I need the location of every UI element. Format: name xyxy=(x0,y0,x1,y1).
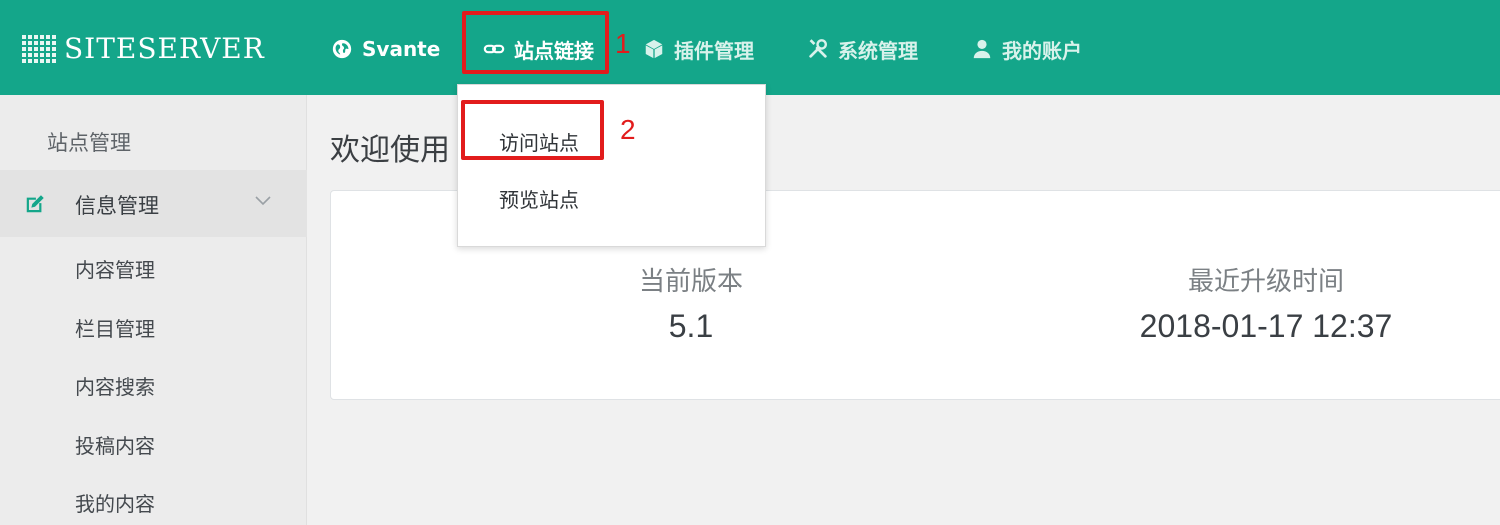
brand-name: SITESERVER xyxy=(64,32,265,65)
sidebar-item-channel[interactable]: 栏目管理 xyxy=(75,313,155,342)
logo-grid-icon xyxy=(22,35,56,63)
sidebar-item-my-content[interactable]: 我的内容 xyxy=(75,488,155,517)
upgrade-label: 最近升级时间 xyxy=(1187,267,1344,297)
nav-system[interactable]: 系统管理 xyxy=(806,28,918,70)
cube-icon xyxy=(642,37,666,61)
brand-logo[interactable]: SITESERVER xyxy=(22,33,265,65)
page-title: 欢迎使用 xyxy=(330,133,450,168)
sidebar-group-info[interactable]: 信息管理 xyxy=(0,170,307,237)
upgrade-stat: 最近升级时间 2018-01-17 12:37 xyxy=(1091,261,1441,345)
highlight-box-1 xyxy=(462,11,609,74)
step-marker-2: 2 xyxy=(620,114,636,145)
nav-site[interactable]: Svante xyxy=(330,28,440,70)
nav-site-label: Svante xyxy=(362,37,441,61)
edit-icon xyxy=(26,195,44,213)
step-marker-1: 1 xyxy=(615,28,631,59)
user-icon xyxy=(970,37,994,61)
nav-account[interactable]: 我的账户 xyxy=(970,28,1082,70)
version-value: 5.1 xyxy=(668,308,714,344)
sidebar-item-submissions[interactable]: 投稿内容 xyxy=(75,430,155,459)
version-stat: 当前版本 5.1 xyxy=(591,261,791,345)
nav-system-label: 系统管理 xyxy=(838,38,918,63)
sidebar-item-content[interactable]: 内容管理 xyxy=(75,254,155,283)
globe-icon xyxy=(330,37,354,61)
nav-account-label: 我的账户 xyxy=(1002,38,1082,63)
nav-plugins-label: 插件管理 xyxy=(674,38,754,63)
tools-icon xyxy=(806,37,830,61)
menu-item-preview-site[interactable]: 预览站点 xyxy=(499,184,579,213)
sidebar-item-search[interactable]: 内容搜索 xyxy=(75,371,155,400)
upgrade-value: 2018-01-17 12:37 xyxy=(1139,308,1393,344)
nav-plugins[interactable]: 插件管理 xyxy=(642,28,754,70)
sidebar-group-label: 信息管理 xyxy=(75,194,159,218)
sidebar: 站点管理 信息管理 内容管理 栏目管理 内容搜索 投稿内容 我的内容 xyxy=(0,95,307,525)
sidebar-title: 站点管理 xyxy=(47,131,131,155)
chevron-down-icon xyxy=(255,196,271,206)
top-navbar: SITESERVER Svante 站点链接 插件管理 系统管理 我的账户 xyxy=(0,0,1500,95)
highlight-box-2 xyxy=(461,100,604,160)
version-label: 当前版本 xyxy=(638,267,743,297)
